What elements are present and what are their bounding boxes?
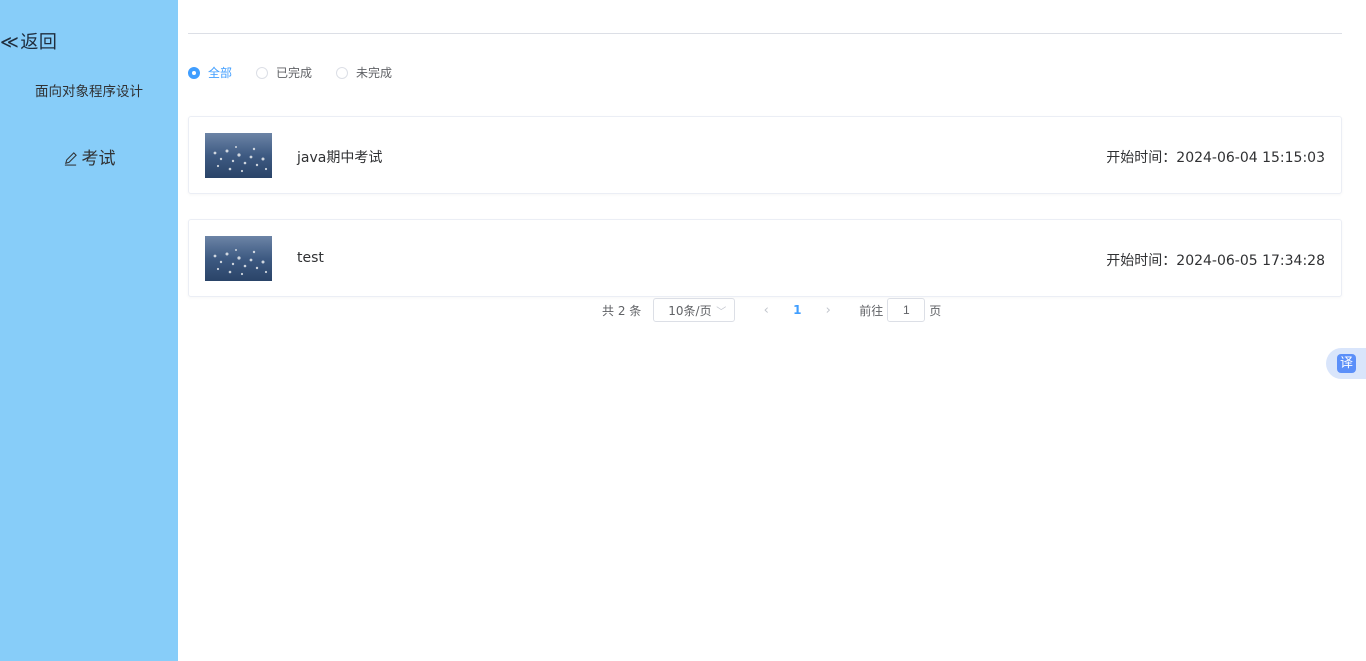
chevron-right-icon: › <box>825 302 831 318</box>
filter-all-label: 全部 <box>208 66 233 80</box>
status-filter: 全部 已完成 未完成 <box>188 64 416 81</box>
goto-suffix: 页 <box>929 303 942 318</box>
radio-dot <box>336 66 349 79</box>
radio-dot <box>256 66 269 79</box>
filter-incomplete-label: 未完成 <box>356 66 393 80</box>
translate-button[interactable]: 译 <box>1326 348 1366 379</box>
exam-start-time: 开始时间：2024-06-04 15:15:03 <box>1106 147 1325 167</box>
page-jumper: 前往 页 <box>859 298 941 322</box>
filter-completed-radio[interactable]: 已完成 <box>256 64 312 81</box>
exam-card[interactable]: java期中考试 开始时间：2024-06-04 15:15:03 <box>188 116 1342 194</box>
course-name: 面向对象程序设计 <box>35 84 143 100</box>
nav-item-exam[interactable]: 考试 <box>0 144 178 169</box>
back-link[interactable]: ≪返回 <box>0 28 57 54</box>
goto-prefix: 前往 <box>859 303 884 318</box>
radio-dot <box>188 66 200 79</box>
prev-page-button[interactable]: ‹ <box>751 303 781 318</box>
start-time-value: 2024-06-05 17:34:28 <box>1176 253 1325 269</box>
filter-completed-label: 已完成 <box>276 66 313 80</box>
main-content: 全部 已完成 未完成 java期中考试 开始时间：2024-06-04 15:1… <box>188 0 1342 661</box>
exam-thumbnail <box>205 133 272 178</box>
pagination-total: 共 2 条 <box>602 303 642 318</box>
sidebar: ≪返回 面向对象程序设计 考试 <box>0 0 178 661</box>
chevron-left-icon: ‹ <box>763 302 769 318</box>
pagination: 共 2 条 10条/页 ﹀ ‹ 1 › 前往 页 <box>602 298 941 322</box>
start-time-label: 开始时间： <box>1106 150 1177 166</box>
exam-title: test <box>297 250 324 266</box>
pencil-icon <box>64 152 77 166</box>
double-chevron-left-icon: ≪ <box>0 32 20 53</box>
filter-all-radio[interactable]: 全部 <box>188 64 232 81</box>
exam-start-time: 开始时间：2024-06-05 17:34:28 <box>1106 250 1325 270</box>
page-size-select[interactable]: 10条/页 ﹀ <box>653 298 736 322</box>
start-time-value: 2024-06-04 15:15:03 <box>1176 150 1325 166</box>
nav-item-exam-label: 考试 <box>81 149 116 169</box>
exam-card[interactable]: test 开始时间：2024-06-05 17:34:28 <box>188 219 1342 297</box>
chevron-down-icon: ﹀ <box>716 306 727 318</box>
exam-title: java期中考试 <box>297 150 383 166</box>
exam-thumbnail <box>205 236 272 281</box>
page-size-value: 10条/页 <box>668 303 712 318</box>
next-page-button[interactable]: › <box>813 303 843 318</box>
page-number-1[interactable]: 1 <box>781 303 813 317</box>
back-label: 返回 <box>20 32 58 53</box>
filter-incomplete-radio[interactable]: 未完成 <box>336 64 392 81</box>
translate-icon: 译 <box>1337 354 1356 373</box>
start-time-label: 开始时间： <box>1106 253 1177 269</box>
divider <box>188 33 1342 34</box>
goto-page-input[interactable] <box>887 298 926 322</box>
